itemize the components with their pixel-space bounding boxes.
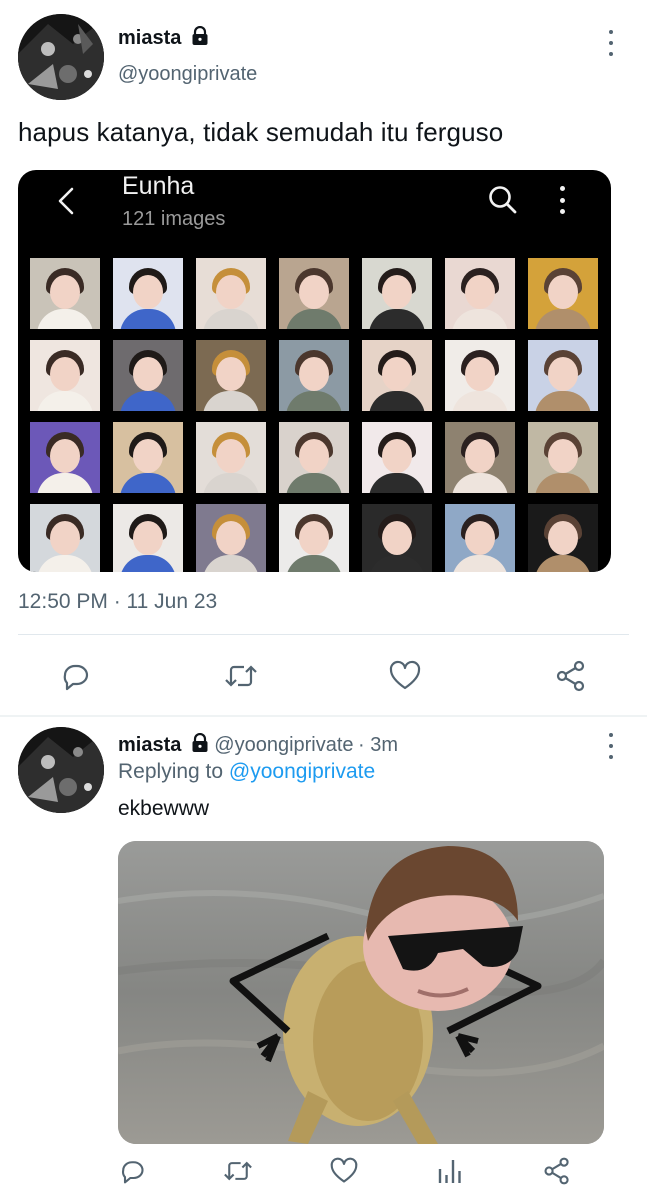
lock-icon [190, 732, 210, 758]
album-title: Eunha [122, 172, 195, 200]
author-line: miasta [118, 25, 210, 51]
like-icon[interactable] [326, 1153, 362, 1189]
share-icon[interactable] [553, 658, 589, 694]
reply-icon[interactable] [114, 1153, 150, 1189]
replying-to-mention[interactable]: @yoongiprivate [229, 760, 375, 783]
reply-author-line: miasta @yoongiprivate · 3m [118, 732, 398, 758]
gallery-thumbnail [528, 422, 598, 493]
tweet-timestamp[interactable]: 12:50 PM · 11 Jun 23 [18, 590, 217, 614]
gallery-thumbnail [362, 504, 432, 572]
analytics-icon[interactable] [432, 1153, 468, 1189]
gallery-thumbnail [113, 340, 183, 411]
display-name[interactable]: miasta [118, 27, 181, 49]
like-icon[interactable] [387, 658, 423, 694]
replying-to-prefix: Replying to [118, 760, 224, 783]
gallery-thumbnail [279, 258, 349, 329]
reply-time[interactable]: · 3m [358, 734, 398, 756]
divider [18, 634, 629, 635]
gallery-thumbnail [279, 504, 349, 572]
gallery-thumbnail [445, 504, 515, 572]
gallery-thumbnail [30, 422, 100, 493]
retweet-icon[interactable] [220, 1153, 256, 1189]
gallery-thumbnail [445, 258, 515, 329]
gallery-thumbnail [362, 258, 432, 329]
gallery-thumbnail [362, 422, 432, 493]
photo-grid [30, 258, 611, 572]
gallery-thumbnail [445, 422, 515, 493]
reply-icon[interactable] [57, 658, 93, 694]
gallery-thumbnail [279, 422, 349, 493]
gallery-thumbnail [362, 340, 432, 411]
chevron-left-icon [56, 186, 76, 221]
reply-display-name[interactable]: miasta [118, 734, 181, 756]
gallery-thumbnail [528, 504, 598, 572]
gallery-thumbnail [445, 340, 515, 411]
gallery-thumbnail [113, 504, 183, 572]
user-handle[interactable]: @yoongiprivate [118, 63, 257, 86]
gallery-thumbnail [196, 258, 266, 329]
album-count: 121 images [122, 208, 226, 230]
replying-to-line: Replying to @yoongiprivate [118, 760, 375, 784]
avatar[interactable] [18, 14, 104, 100]
reply-avatar[interactable] [18, 727, 104, 813]
gallery-thumbnail [113, 258, 183, 329]
gallery-thumbnail [30, 258, 100, 329]
retweet-icon[interactable] [223, 658, 259, 694]
reply-image[interactable] [118, 841, 604, 1144]
gallery-thumbnail [30, 504, 100, 572]
more-options-icon[interactable] [601, 30, 621, 56]
gallery-thumbnail [30, 340, 100, 411]
reply-more-options-icon[interactable] [601, 733, 621, 759]
gallery-thumbnail [279, 340, 349, 411]
gallery-thumbnail [528, 258, 598, 329]
lock-icon [190, 25, 210, 51]
tweet-text: hapus katanya, tidak semudah itu ferguso [18, 117, 504, 147]
reply-text: ekbewww [118, 797, 210, 820]
share-icon[interactable] [539, 1153, 575, 1189]
gallery-thumbnail [196, 504, 266, 572]
tweet-image[interactable]: Eunha 121 images [18, 170, 611, 572]
gallery-thumbnail [528, 340, 598, 411]
search-icon [487, 184, 519, 221]
gallery-thumbnail [196, 340, 266, 411]
section-divider [0, 715, 647, 717]
reply-user-handle[interactable]: @yoongiprivate [214, 734, 353, 756]
gallery-thumbnail [113, 422, 183, 493]
gallery-thumbnail [196, 422, 266, 493]
menu-more-icon [557, 186, 567, 214]
